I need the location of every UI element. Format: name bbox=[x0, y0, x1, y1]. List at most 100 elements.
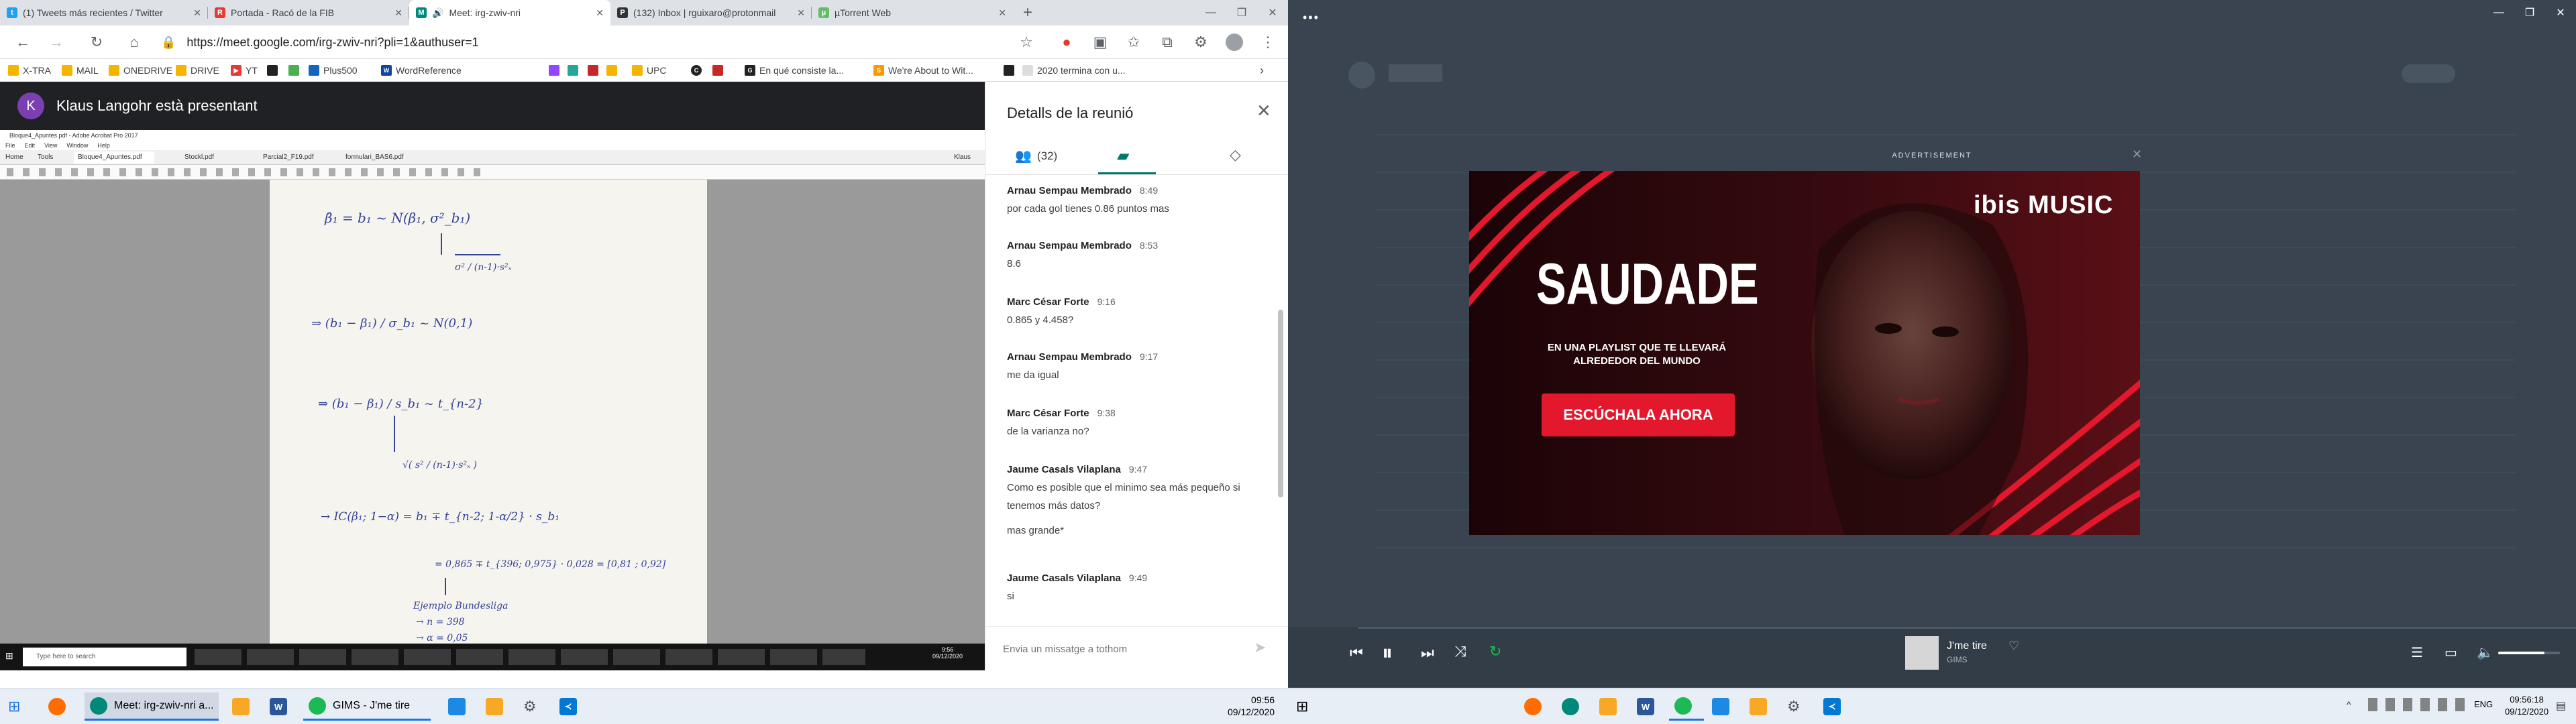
tab-utorrent[interactable]: µ µTorrent Web ✕ bbox=[812, 0, 1013, 25]
track-title[interactable]: J'me tire bbox=[1947, 640, 1987, 652]
close-ad-icon[interactable]: ✕ bbox=[2132, 147, 2142, 162]
taskbar-app-1[interactable] bbox=[443, 692, 478, 721]
notifications-icon[interactable]: ▤ bbox=[2556, 699, 2566, 713]
bookmark-icon-4[interactable] bbox=[568, 59, 582, 82]
bookmark-xtra[interactable]: X-TRA bbox=[8, 59, 51, 82]
bookmark-star-icon[interactable]: ☆ bbox=[1013, 25, 1040, 59]
minimize-button[interactable]: — bbox=[1195, 0, 1226, 25]
extension-icon[interactable]: ▣ bbox=[1087, 25, 1114, 59]
bookmark-en-que-consiste[interactable]: G En qué consiste la... bbox=[745, 59, 844, 82]
previous-track-icon[interactable]: ⏮ bbox=[1350, 644, 1363, 662]
spotify-menu-icon[interactable]: ••• bbox=[1303, 11, 1320, 25]
bookmark-upc[interactable]: UPC bbox=[632, 59, 667, 82]
progress-track[interactable] bbox=[1358, 627, 2576, 629]
maximize-button[interactable]: ❐ bbox=[1226, 0, 1257, 25]
bookmark-icon-3[interactable] bbox=[549, 59, 564, 82]
profile-avatar[interactable] bbox=[1221, 25, 1248, 59]
opera-extension-icon[interactable]: ● bbox=[1053, 25, 1080, 59]
bookmark-icon-8[interactable] bbox=[712, 59, 727, 82]
favorites-icon[interactable]: ✩ bbox=[1120, 25, 1147, 59]
close-panel-icon[interactable]: ✕ bbox=[1256, 101, 1271, 121]
taskbar-edge[interactable] bbox=[1556, 692, 1591, 721]
bookmark-plus500[interactable]: Plus500 bbox=[309, 59, 358, 82]
language-indicator[interactable]: ENG bbox=[2474, 699, 2493, 709]
taskbar-vscode[interactable]: ≺ bbox=[1818, 692, 1853, 721]
taskbar-firefox[interactable] bbox=[43, 692, 78, 721]
ad-cta-button[interactable]: ESCÚCHALA AHORA bbox=[1542, 394, 1735, 436]
windows-start-icon[interactable]: ⊞ bbox=[3, 692, 25, 721]
pause-icon[interactable]: ⏸ bbox=[1382, 640, 1393, 666]
close-window-button[interactable]: ✕ bbox=[1257, 0, 1288, 25]
taskbar-explorer[interactable] bbox=[227, 692, 262, 721]
bookmark-icon-7[interactable]: C bbox=[691, 59, 706, 82]
home-icon[interactable]: ⌂ bbox=[121, 25, 148, 59]
address-bar[interactable]: 🔒 https://meet.google.com/irg-zwiv-nri?p… bbox=[161, 31, 1060, 54]
queue-icon[interactable]: ☰ bbox=[2411, 644, 2423, 661]
tab-raco[interactable]: R Portada - Racó de la FIB ✕ bbox=[208, 0, 409, 25]
new-tab-button[interactable]: + bbox=[1014, 0, 1041, 25]
maximize-button[interactable]: ❐ bbox=[2514, 0, 2545, 25]
bookmark-drive[interactable]: DRIVE bbox=[176, 59, 219, 82]
bookmark-icon-9[interactable] bbox=[1004, 59, 1018, 82]
vpn-icon[interactable]: ⚙ bbox=[1187, 25, 1214, 59]
taskbar-word[interactable]: W bbox=[1631, 692, 1666, 721]
close-window-button[interactable]: ✕ bbox=[2545, 0, 2576, 25]
close-tab-icon[interactable]: ✕ bbox=[590, 7, 604, 19]
bookmark-mail[interactable]: MAIL bbox=[62, 59, 99, 82]
collections-icon[interactable]: ⧉ bbox=[1154, 25, 1181, 59]
taskbar-app-1[interactable] bbox=[1707, 692, 1741, 721]
next-track-icon[interactable]: ⏭ bbox=[1421, 644, 1434, 662]
taskbar-spotify-window[interactable]: GIMS - J'me tire bbox=[303, 692, 431, 721]
taskbar-settings[interactable]: ⚙ bbox=[1782, 692, 1806, 721]
bookmark-were-about[interactable]: S We're About to Wit... bbox=[873, 59, 973, 82]
reload-icon[interactable]: ↻ bbox=[83, 25, 110, 59]
activities-icon[interactable]: ◇ bbox=[1230, 146, 1241, 164]
tab-people[interactable]: 👥 (32) bbox=[1015, 147, 1057, 164]
bookmark-icon-6[interactable] bbox=[606, 59, 621, 82]
advertisement-banner[interactable]: ibis MUSIC SAUDADE EN UNA PLAYLIST QUE T… bbox=[1469, 171, 2140, 535]
chat-input[interactable] bbox=[1003, 639, 1244, 659]
taskbar-settings[interactable]: ⚙ bbox=[518, 692, 542, 721]
taskbar-word[interactable]: W bbox=[264, 692, 299, 721]
taskbar-firefox[interactable] bbox=[1519, 692, 1554, 721]
close-tab-icon[interactable]: ✕ bbox=[188, 7, 201, 19]
tab-twitter[interactable]: t (1) Tweets más recientes / Twitter ✕ bbox=[0, 0, 208, 25]
album-cover[interactable] bbox=[1905, 636, 1939, 670]
close-tab-icon[interactable]: ✕ bbox=[792, 7, 805, 19]
minimize-button[interactable]: — bbox=[2483, 0, 2514, 25]
volume-slider[interactable] bbox=[2498, 652, 2560, 654]
bookmark-icon-2[interactable] bbox=[288, 59, 303, 82]
taskbar-app-2[interactable] bbox=[480, 692, 515, 721]
tab-protonmail[interactable]: P (132) Inbox | rguixaro@protonmail ✕ bbox=[610, 0, 812, 25]
like-heart-icon[interactable]: ♡ bbox=[2008, 639, 2019, 653]
bookmark-icon-5[interactable] bbox=[588, 59, 602, 82]
bookmark-yt[interactable]: ▶ YT bbox=[231, 59, 258, 82]
bookmark-2020[interactable]: 2020 termina con u... bbox=[1022, 59, 1126, 82]
forward-icon[interactable]: → bbox=[43, 25, 70, 59]
back-icon[interactable]: ← bbox=[9, 25, 36, 59]
repeat-icon[interactable]: ↻ bbox=[1489, 643, 1501, 660]
system-tray-icons[interactable] bbox=[2368, 698, 2469, 711]
taskbar-spotify[interactable] bbox=[1669, 692, 1704, 721]
taskbar-vscode[interactable]: ≺ bbox=[554, 692, 589, 721]
bookmark-wordreference[interactable]: W WordReference bbox=[381, 59, 462, 82]
tray-chevron-icon[interactable]: ^ bbox=[2347, 699, 2351, 710]
devices-icon[interactable]: ▭ bbox=[2445, 644, 2457, 661]
taskbar-explorer[interactable] bbox=[1594, 692, 1629, 721]
send-icon[interactable]: ➤ bbox=[1254, 639, 1266, 656]
speaker-icon[interactable]: 🔊 bbox=[432, 7, 443, 19]
more-menu-icon[interactable]: ⋮ bbox=[1254, 25, 1281, 59]
windows-start-icon[interactable]: ⊞ bbox=[1291, 692, 1313, 721]
close-tab-icon[interactable]: ✕ bbox=[389, 7, 402, 19]
bookmark-icon-1[interactable] bbox=[267, 59, 282, 82]
taskbar-app-2[interactable] bbox=[1744, 692, 1779, 721]
shuffle-icon[interactable]: ⤨ bbox=[1454, 643, 1466, 660]
bookmarks-overflow-icon[interactable]: › bbox=[1260, 59, 1264, 82]
close-tab-icon[interactable]: ✕ bbox=[993, 7, 1006, 19]
clock-right[interactable]: 09:56:18 09/12/2020 bbox=[2505, 694, 2548, 718]
taskbar-meet-window[interactable]: Meet: irg-zwiv-nri a... bbox=[85, 692, 219, 721]
tab-meet[interactable]: M 🔊 Meet: irg-zwiv-nri ✕ bbox=[409, 0, 610, 25]
volume-icon[interactable]: 🔈 bbox=[2477, 644, 2493, 661]
track-artist[interactable]: GIMS bbox=[1947, 655, 1968, 664]
chat-scrollbar[interactable] bbox=[1278, 310, 1283, 497]
